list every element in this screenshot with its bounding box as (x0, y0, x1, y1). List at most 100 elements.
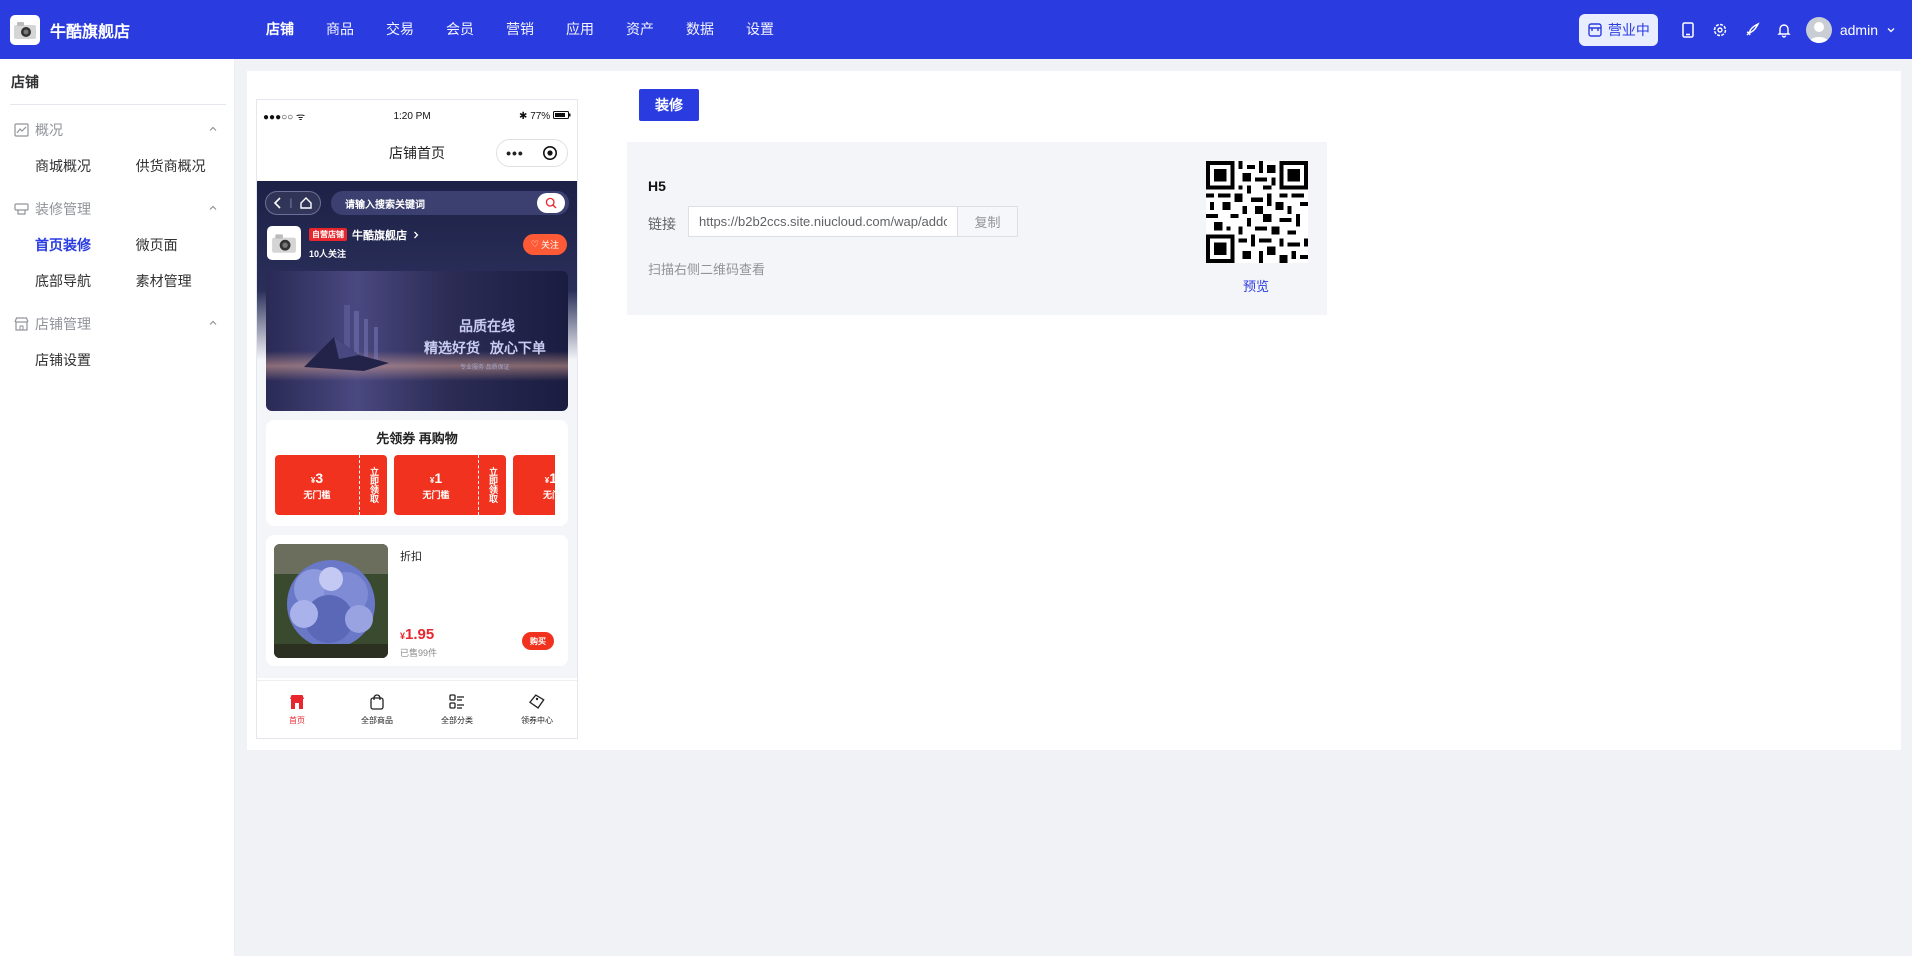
sidebar-title: 店铺 (11, 74, 39, 90)
coupon-item[interactable]: ¥1 无门 (513, 455, 555, 515)
bell-icon[interactable] (1768, 14, 1800, 46)
coupon-claim-button[interactable]: 立即领取 (359, 455, 387, 515)
separator: | (289, 197, 293, 209)
sidebar-group-overview[interactable]: 概况 (0, 111, 234, 148)
sidebar-group-decoration[interactable]: 装修管理 (0, 190, 234, 227)
phone-status-bar: ●●●○○ ᯤ 1:20 PM ✱ 77% (257, 100, 577, 132)
banner-caption: 专业服务 品质保证 (460, 365, 510, 371)
banner-subheadline: 精选好货 放心下单 (424, 340, 546, 356)
sidebar-row: 首页装修 微页面 (0, 227, 234, 263)
menu-settings[interactable]: 设置 (730, 0, 790, 59)
store-avatar (267, 226, 301, 260)
phone-nav-bar: 店铺首页 ••• (257, 132, 577, 174)
mobile-icon[interactable] (1672, 14, 1704, 46)
user-menu[interactable]: admin (1805, 16, 1896, 43)
sidebar-item-supplier-overview[interactable]: 供货商概况 (136, 156, 234, 176)
h5-title: H5 (648, 178, 666, 194)
store-header: 自营店铺 牛酷旗舰店 10人关注 ♡ 关注 (257, 217, 577, 261)
phone-store-name: 牛酷旗舰店 (352, 229, 407, 242)
coupon-item[interactable]: ¥1 无门槛 立即领取 (394, 455, 506, 515)
coupon-value: ¥3 无门槛 (275, 455, 359, 515)
battery-icon (552, 110, 571, 119)
sidebar-item-bottom-nav[interactable]: 底部导航 (0, 271, 101, 291)
preview-link[interactable]: 预览 (1243, 276, 1269, 295)
tab-coupon-center[interactable]: 领券中心 (497, 681, 577, 738)
sidebar-row: 店铺设置 (0, 342, 234, 378)
menu-goods[interactable]: 商品 (310, 0, 370, 59)
sidebar-item-mall-overview[interactable]: 商城概况 (0, 156, 101, 176)
phone-preview: ●●●○○ ᯤ 1:20 PM ✱ 77% 店铺首页 ••• | 请输入搜索关键… (256, 99, 578, 739)
user-name: admin (1839, 21, 1878, 38)
top-right-tools: 营业中 admin (1578, 0, 1896, 59)
chart-icon (14, 122, 29, 137)
coupon-claim-button[interactable]: 立即领取 (478, 455, 506, 515)
rocket-icon[interactable] (1736, 14, 1768, 46)
home-icon (300, 197, 312, 209)
decorate-button[interactable]: 装修 (639, 89, 699, 121)
store-title-row[interactable]: 自营店铺 牛酷旗舰店 (309, 227, 421, 243)
sidebar-group-label: 店铺管理 (35, 315, 91, 332)
store-info: 自营店铺 牛酷旗舰店 10人关注 (309, 227, 421, 260)
link-input[interactable] (689, 207, 957, 236)
back-home-capsule[interactable]: | (265, 191, 321, 215)
sidebar-group-store-manage[interactable]: 店铺管理 (0, 305, 234, 342)
sidebar-item-store-settings[interactable]: 店铺设置 (0, 350, 105, 370)
business-status-label: 营业中 (1607, 21, 1650, 38)
chevron-up-icon (209, 320, 217, 325)
follow-button[interactable]: ♡ 关注 (522, 234, 567, 255)
business-status-button[interactable]: 营业中 (1578, 13, 1658, 46)
brand[interactable]: 牛酷旗舰店 (0, 14, 240, 45)
main-content-card: ●●●○○ ᯤ 1:20 PM ✱ 77% 店铺首页 ••• | 请输入搜索关键… (247, 71, 1901, 750)
flower-image (274, 544, 388, 658)
menu-trade[interactable]: 交易 (370, 0, 430, 59)
copy-button[interactable]: 复制 (957, 207, 1017, 236)
sidebar-item-home-decoration[interactable]: 首页装修 (0, 235, 101, 255)
bag-icon (370, 694, 384, 710)
coupon-value: ¥1 无门槛 (394, 455, 478, 515)
coupon-value: ¥1 无门 (513, 455, 555, 515)
menu-apps[interactable]: 应用 (550, 0, 610, 59)
gear-icon[interactable] (1704, 14, 1736, 46)
tab-all-categories[interactable]: 全部分类 (417, 681, 497, 738)
sidebar-group-label: 概况 (35, 121, 63, 138)
phone-search-input[interactable]: 请输入搜索关键词 (331, 191, 569, 215)
coupon-section: 先领券 再购物 ¥3 无门槛 立即领取 ¥1 无门槛 立即领取 ¥ 无 (266, 420, 568, 526)
coupon-item[interactable]: ¥3 无门槛 立即领取 (275, 455, 387, 515)
coupon-list: ¥3 无门槛 立即领取 ¥1 无门槛 立即领取 ¥ 无 (266, 455, 568, 515)
sidebar-item-micro-page[interactable]: 微页面 (136, 235, 234, 255)
product-card[interactable]: 折扣 ¥1.95 已售99件 购买 (266, 535, 568, 666)
sidebar-item-materials[interactable]: 素材管理 (136, 271, 234, 291)
link-field: 复制 (688, 206, 1018, 237)
menu-marketing[interactable]: 营销 (490, 0, 550, 59)
search-button[interactable] (537, 193, 565, 213)
search-icon (545, 197, 557, 209)
coupon-section-title: 先领券 再购物 (376, 431, 458, 446)
mini-program-capsule[interactable]: ••• (496, 139, 568, 167)
follower-count: 10人关注 (309, 248, 347, 259)
h5-panel: H5 链接 复制 扫描右侧二维码查看 (627, 142, 1327, 315)
top-navigation-bar: 牛酷旗舰店 店铺 商品 交易 会员 营销 应用 资产 数据 设置 营业中 adm… (0, 0, 1912, 59)
menu-assets[interactable]: 资产 (610, 0, 670, 59)
qr-code-icon (1206, 161, 1308, 263)
more-icon[interactable]: ••• (506, 145, 524, 161)
menu-data[interactable]: 数据 (670, 0, 730, 59)
store-name: 牛酷旗舰店 (50, 23, 131, 41)
menu-member[interactable]: 会员 (430, 0, 490, 59)
sidebar: 店铺 概况 商城概况 供货商概况 装修管理 首页装修 微页面 底部导航 素材管理… (0, 59, 235, 956)
camera-icon (272, 234, 296, 253)
product-image[interactable] (274, 544, 388, 658)
product-sold-count: 已售99件 (400, 648, 438, 658)
tab-all-goods[interactable]: 全部商品 (337, 681, 417, 738)
product-price: ¥1.95 (400, 626, 435, 643)
back-icon (274, 197, 281, 209)
sidebar-row: 底部导航 素材管理 (0, 263, 234, 299)
buy-button[interactable]: 购买 (522, 632, 554, 650)
phone-tab-bar: 首页 全部商品 全部分类 领券中心 (257, 680, 577, 738)
menu-store[interactable]: 店铺 (250, 0, 310, 59)
decoration-icon (14, 202, 29, 216)
tab-home[interactable]: 首页 (257, 681, 337, 738)
search-placeholder: 请输入搜索关键词 (345, 199, 425, 211)
signal-icon: ●●●○○ ᯤ (263, 112, 306, 123)
product-name: 折扣 (400, 551, 422, 563)
promo-banner[interactable]: 品质在线 精选好货 放心下单 专业服务 品质保证 (266, 271, 568, 411)
